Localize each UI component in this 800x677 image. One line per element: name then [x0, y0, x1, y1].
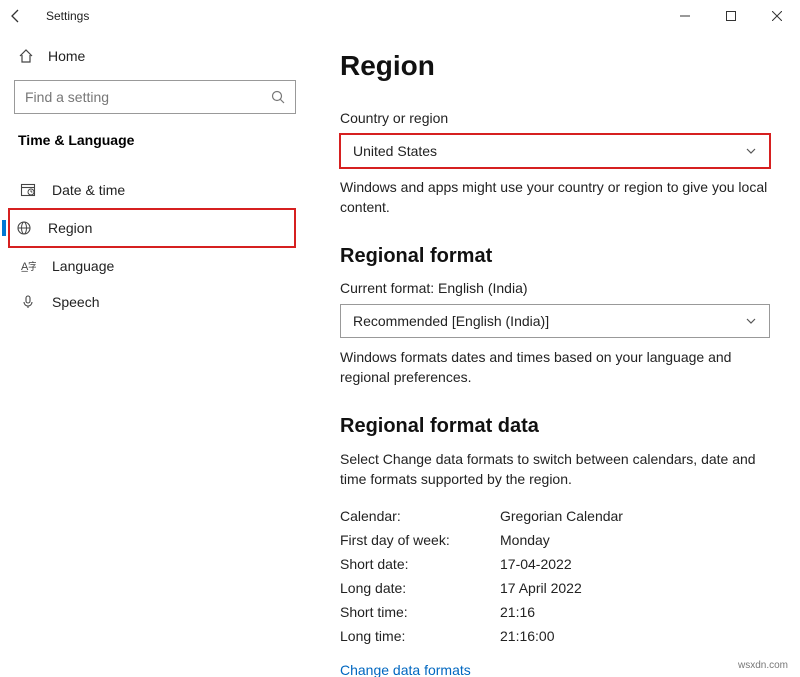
- back-button[interactable]: [8, 8, 40, 24]
- sidebar-item-home[interactable]: Home: [14, 40, 296, 80]
- calendar-clock-icon: [20, 182, 38, 198]
- table-row: First day of week:Monday: [340, 528, 770, 552]
- window-title: Settings: [46, 9, 89, 23]
- sidebar-item-label: Date & time: [52, 182, 125, 198]
- search-placeholder: Find a setting: [25, 89, 109, 105]
- sidebar-item-language[interactable]: A̲字 Language: [14, 248, 296, 284]
- format-data-table: Calendar:Gregorian Calendar First day of…: [340, 504, 770, 648]
- table-row: Short date:17-04-2022: [340, 552, 770, 576]
- table-row: Short time:21:16: [340, 600, 770, 624]
- sidebar-item-label: Language: [52, 258, 114, 274]
- sidebar-item-label: Region: [48, 220, 92, 236]
- chevron-down-icon: [745, 145, 757, 157]
- maximize-button[interactable]: [708, 0, 754, 32]
- dropdown-value: United States: [353, 143, 437, 159]
- change-data-formats-link[interactable]: Change data formats: [340, 662, 471, 677]
- page-title: Region: [340, 50, 770, 82]
- sidebar-item-label: Speech: [52, 294, 99, 310]
- dropdown-value: Recommended [English (India)]: [353, 313, 549, 329]
- country-label: Country or region: [340, 110, 770, 126]
- format-help-text: Windows formats dates and times based on…: [340, 348, 770, 387]
- table-row: Calendar:Gregorian Calendar: [340, 504, 770, 528]
- sidebar-item-region[interactable]: Region: [8, 208, 296, 248]
- sidebar-item-label: Home: [48, 48, 85, 64]
- data-help-text: Select Change data formats to switch bet…: [340, 450, 770, 489]
- country-dropdown[interactable]: United States: [340, 134, 770, 168]
- table-row: Long time:21:16:00: [340, 624, 770, 648]
- search-input[interactable]: Find a setting: [14, 80, 296, 114]
- close-button[interactable]: [754, 0, 800, 32]
- minimize-button[interactable]: [662, 0, 708, 32]
- table-row: Long date:17 April 2022: [340, 576, 770, 600]
- sidebar-section-title: Time & Language: [14, 132, 296, 148]
- language-character-icon: A̲字: [20, 258, 38, 274]
- microphone-icon: [20, 294, 38, 310]
- regional-format-data-heading: Regional format data: [340, 415, 770, 438]
- svg-text:字: 字: [28, 260, 36, 273]
- sidebar-item-speech[interactable]: Speech: [14, 284, 296, 320]
- country-help-text: Windows and apps might use your country …: [340, 178, 770, 217]
- current-format-label: Current format: English (India): [340, 280, 770, 296]
- watermark: wsxdn.com: [738, 660, 788, 671]
- home-icon: [18, 48, 34, 64]
- regional-format-heading: Regional format: [340, 245, 770, 268]
- chevron-down-icon: [745, 315, 757, 327]
- regional-format-dropdown[interactable]: Recommended [English (India)]: [340, 304, 770, 338]
- globe-icon: [16, 220, 34, 236]
- sidebar-item-date-time[interactable]: Date & time: [14, 172, 296, 208]
- search-icon: [271, 90, 285, 104]
